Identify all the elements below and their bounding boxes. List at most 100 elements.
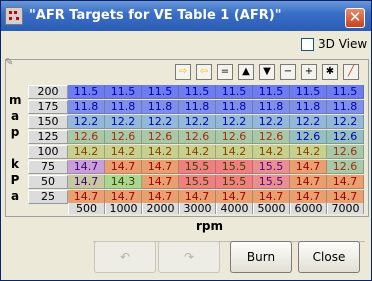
column-header: 2000 [142, 203, 179, 214]
table-cell[interactable]: 11.8 [290, 100, 327, 114]
table-cell[interactable]: 11.8 [253, 100, 290, 114]
burn-button[interactable]: Burn [230, 241, 292, 273]
table-cell[interactable]: 14.3 [105, 175, 142, 189]
table-cell[interactable]: 14.7 [68, 160, 105, 174]
table-cell[interactable]: 11.5 [179, 85, 216, 99]
table-cell[interactable]: 12.2 [105, 115, 142, 129]
table-cell[interactable]: 12.6 [179, 130, 216, 144]
table-cell[interactable]: 11.5 [105, 85, 142, 99]
table-cell[interactable]: 15.5 [179, 160, 216, 174]
table-cell[interactable]: 15.5 [253, 160, 290, 174]
table-cell[interactable]: 14.2 [253, 145, 290, 159]
row-header: 150 [28, 115, 68, 129]
y-axis-letter: k [11, 157, 19, 171]
minus-button[interactable]: − [280, 64, 296, 80]
decrement-button[interactable]: ▼ [259, 64, 275, 80]
table-cell[interactable]: 11.5 [253, 85, 290, 99]
table-cell[interactable]: 14.7 [327, 175, 364, 189]
row-header: 25 [28, 190, 68, 204]
table-cell[interactable]: 14.7 [142, 175, 179, 189]
row-header: 50 [28, 175, 68, 189]
column-header: 5000 [253, 203, 290, 214]
table-cell[interactable]: 11.5 [290, 85, 327, 99]
table-cell[interactable]: 11.5 [216, 85, 253, 99]
x-axis-label: rpm [196, 219, 224, 233]
column-header: 3000 [179, 203, 216, 214]
table-cell[interactable]: 15.5 [253, 175, 290, 189]
column-header: 7000 [327, 203, 364, 214]
table-cell[interactable]: 14.7 [68, 175, 105, 189]
set-equal-button[interactable]: = [217, 64, 233, 80]
y-axis-letter: p [10, 125, 20, 139]
y-axis-letter: a [10, 189, 20, 203]
table-cell[interactable]: 11.8 [105, 100, 142, 114]
increment-button[interactable]: ▲ [238, 64, 254, 80]
paste-left-button[interactable]: ⇦ [196, 64, 212, 80]
note-icon: ✎ [5, 57, 14, 68]
table-cell[interactable]: 12.2 [68, 115, 105, 129]
table-cell[interactable]: 14.2 [290, 145, 327, 159]
y-axis-letter: m [9, 93, 22, 107]
view-3d-checkbox[interactable] [301, 38, 314, 51]
app-icon [5, 7, 23, 25]
table-cell[interactable]: 14.7 [290, 175, 327, 189]
table-cell[interactable]: 12.6 [253, 130, 290, 144]
table-cell[interactable]: 12.2 [216, 115, 253, 129]
table-cell[interactable]: 14.7 [105, 160, 142, 174]
table-cell[interactable]: 14.2 [216, 145, 253, 159]
table-cell[interactable]: 15.5 [179, 175, 216, 189]
row-header: 100 [28, 145, 68, 159]
column-header: 6000 [290, 203, 327, 214]
table-cell[interactable]: 12.6 [105, 130, 142, 144]
close-window-button[interactable]: ✕ [345, 8, 365, 28]
table-cell[interactable]: 14.2 [142, 145, 179, 159]
table-cell[interactable]: 11.5 [142, 85, 179, 99]
table-cell[interactable]: 11.5 [68, 85, 105, 99]
plus-button[interactable]: + [301, 64, 317, 80]
interpolate-button[interactable]: ╱ [343, 64, 359, 80]
table-cell[interactable]: 12.6 [142, 130, 179, 144]
table-cell[interactable]: 14.2 [68, 145, 105, 159]
row-header: 125 [28, 130, 68, 144]
table-cell[interactable]: 15.5 [216, 175, 253, 189]
paste-right-button[interactable]: ⇨ [175, 64, 191, 80]
table-cell[interactable]: 14.7 [290, 160, 327, 174]
view-3d-label: 3D View [318, 37, 368, 51]
redo-button[interactable]: ↷ [158, 241, 220, 273]
table-cell[interactable]: 12.2 [253, 115, 290, 129]
table-cell[interactable]: 12.6 [327, 160, 364, 174]
column-header: 1000 [105, 203, 142, 214]
undo-button[interactable]: ↶ [94, 241, 156, 273]
table-cell[interactable]: 12.6 [290, 130, 327, 144]
table-cell[interactable]: 11.8 [216, 100, 253, 114]
title-bar[interactable]: "AFR Targets for VE Table 1 (AFR)" ✕ [1, 1, 371, 31]
table-cell[interactable]: 12.2 [179, 115, 216, 129]
table-cell[interactable]: 11.8 [142, 100, 179, 114]
table-cell[interactable]: 12.6 [327, 145, 364, 159]
table-cell[interactable]: 11.8 [68, 100, 105, 114]
row-header: 175 [28, 100, 68, 114]
table-cell[interactable]: 12.6 [327, 130, 364, 144]
table-cell[interactable]: 12.6 [68, 130, 105, 144]
table-cell[interactable]: 11.5 [327, 85, 364, 99]
y-axis-letter: P [10, 173, 20, 187]
y-axis-letter: a [10, 109, 20, 123]
table-cell[interactable]: 15.5 [216, 160, 253, 174]
close-button[interactable]: Close [298, 241, 360, 273]
row-header: 75 [28, 160, 68, 174]
table-cell[interactable]: 12.6 [216, 130, 253, 144]
row-header: 200 [28, 85, 68, 99]
multiply-button[interactable]: ✱ [322, 64, 338, 80]
column-header: 500 [68, 203, 105, 214]
table-cell[interactable]: 12.2 [327, 115, 364, 129]
table-cell[interactable]: 12.2 [142, 115, 179, 129]
table-cell[interactable]: 11.8 [327, 100, 364, 114]
table-cell[interactable]: 12.2 [290, 115, 327, 129]
afr-targets-window: "AFR Targets for VE Table 1 (AFR)" ✕ 3D … [0, 0, 372, 281]
column-header: 4000 [216, 203, 253, 214]
table-cell[interactable]: 14.7 [142, 160, 179, 174]
table-cell[interactable]: 14.2 [105, 145, 142, 159]
table-cell[interactable]: 11.8 [179, 100, 216, 114]
window-title: "AFR Targets for VE Table 1 (AFR)" [29, 8, 282, 23]
table-cell[interactable]: 14.2 [179, 145, 216, 159]
